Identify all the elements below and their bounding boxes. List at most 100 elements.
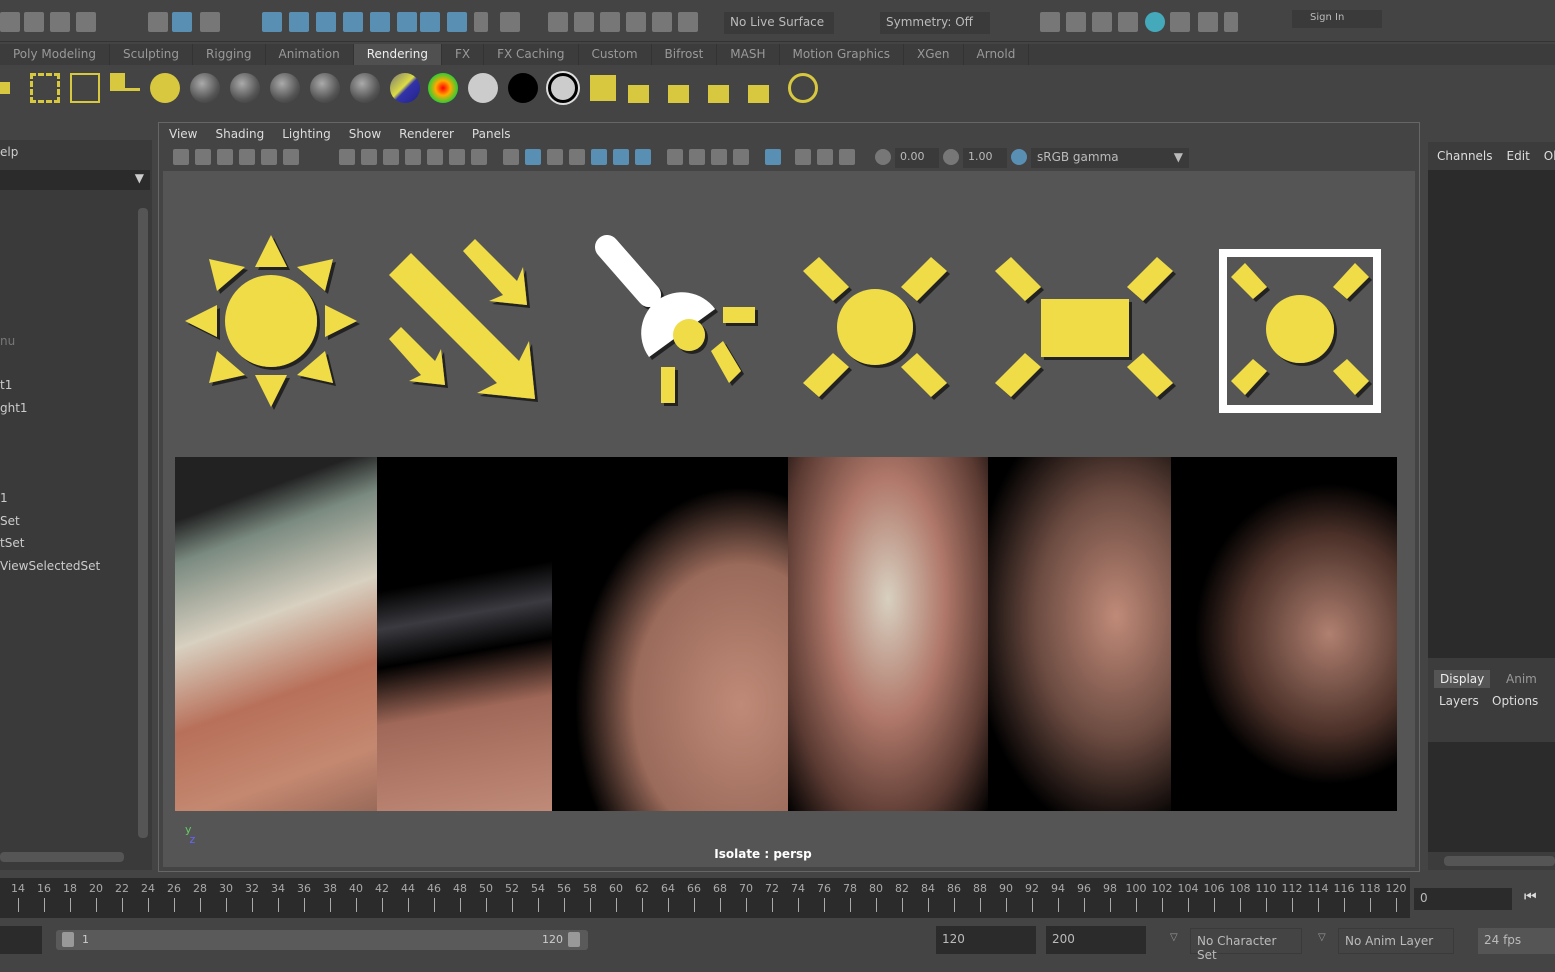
tab-rigging[interactable]: Rigging: [193, 44, 266, 65]
magnet-icon[interactable]: [626, 12, 646, 32]
menu-renderer[interactable]: Renderer: [399, 127, 454, 141]
magnet-icon[interactable]: [600, 12, 620, 32]
select-lock-icon[interactable]: [500, 12, 520, 32]
volume-light-shelf-icon[interactable]: [70, 73, 100, 103]
screen-space-ao-icon[interactable]: [667, 149, 683, 165]
time-slider[interactable]: 14 16 18 20 22 24 26 28 30 32 34 36 38 40 42 44 46 48 50 52…: [0, 878, 1410, 918]
light-editor-icon[interactable]: [1198, 12, 1218, 32]
tab-arnold[interactable]: Arnold: [964, 44, 1030, 65]
spot-light-shelf-icon[interactable]: [0, 82, 10, 94]
select-component-icon[interactable]: [200, 12, 220, 32]
resolution-gate-icon[interactable]: [383, 149, 399, 165]
motion-blur-icon[interactable]: [689, 149, 705, 165]
shadows-icon[interactable]: [635, 149, 651, 165]
tab-motion-graphics[interactable]: Motion Graphics: [780, 44, 904, 65]
magnet-icon[interactable]: [548, 12, 568, 32]
go-to-start-icon[interactable]: ⏮: [1524, 889, 1537, 905]
lambert-material-icon[interactable]: [270, 73, 300, 103]
layered-shader-icon[interactable]: [390, 73, 420, 103]
xray-joints-icon[interactable]: [839, 149, 855, 165]
list-item[interactable]: tSet: [0, 536, 24, 550]
list-item[interactable]: t1: [0, 378, 12, 392]
camera-aim-icon[interactable]: [110, 73, 140, 91]
render-view-icon[interactable]: [420, 12, 440, 32]
live-surface-field[interactable]: No Live Surface: [724, 12, 834, 34]
magnet-icon[interactable]: [574, 12, 594, 32]
tab-custom[interactable]: Custom: [579, 44, 652, 65]
snap-live-icon[interactable]: [370, 12, 390, 32]
snap-grid-icon[interactable]: [262, 12, 282, 32]
tab-animation[interactable]: Animation: [266, 44, 354, 65]
snap-point-icon[interactable]: [316, 12, 336, 32]
xray-active-icon[interactable]: [817, 149, 833, 165]
object-menu[interactable]: Ob: [1544, 149, 1555, 163]
area-light-shelf-icon[interactable]: [30, 73, 60, 103]
wireframe-icon[interactable]: [503, 149, 519, 165]
list-item[interactable]: nu: [0, 334, 15, 348]
surface-shader-icon[interactable]: [508, 73, 538, 103]
ipr-icon[interactable]: [1092, 12, 1112, 32]
xray-icon[interactable]: [795, 149, 811, 165]
magnet-icon[interactable]: [652, 12, 672, 32]
sign-in-button[interactable]: Sign In: [1292, 10, 1382, 28]
safe-title-icon[interactable]: [471, 149, 487, 165]
list-item[interactable]: 1: [0, 491, 8, 505]
film-gate-icon[interactable]: [361, 149, 377, 165]
channels-menu[interactable]: Channels: [1437, 149, 1493, 163]
snap-curve-icon[interactable]: [289, 12, 309, 32]
outliner-help-menu[interactable]: elp: [0, 145, 18, 159]
character-set-dropdown[interactable]: No Character Set: [1190, 928, 1302, 962]
view-transform-dropdown[interactable]: sRGB gamma ▼: [1031, 148, 1189, 168]
safe-action-icon[interactable]: [449, 149, 465, 165]
tab-anim[interactable]: Anim: [1500, 672, 1543, 686]
list-item[interactable]: Set: [0, 514, 20, 528]
menu-panels[interactable]: Panels: [472, 127, 511, 141]
field-chart-icon[interactable]: [427, 149, 443, 165]
outliner-scrollbar[interactable]: [138, 208, 148, 838]
range-start-handle[interactable]: [62, 932, 74, 947]
tab-display[interactable]: Display: [1434, 670, 1491, 688]
hypershade-window-icon[interactable]: [588, 73, 618, 103]
wireframe-on-shaded-icon[interactable]: [569, 149, 585, 165]
pause-icon[interactable]: [1224, 12, 1238, 32]
render-layer-view-icon[interactable]: [708, 85, 729, 103]
open-scene-icon[interactable]: [0, 12, 20, 32]
list-item[interactable]: ViewSelectedSet: [0, 559, 100, 573]
current-frame-field[interactable]: 0: [1414, 888, 1512, 910]
select-object-icon[interactable]: [172, 12, 192, 32]
shading-map-icon[interactable]: [468, 73, 498, 103]
render-layer-icon[interactable]: [628, 85, 649, 103]
anim-layer-dropdown[interactable]: No Anim Layer: [1338, 928, 1454, 954]
smooth-shade-icon[interactable]: [525, 149, 541, 165]
menu-view[interactable]: View: [169, 127, 197, 141]
bookmark-icon[interactable]: [217, 149, 233, 165]
max-time-field[interactable]: 200: [1046, 926, 1146, 954]
gamma-field[interactable]: 1.00: [963, 148, 1007, 168]
gate-mask-icon[interactable]: [405, 149, 421, 165]
viewport-3d[interactable]: yz Isolate : persp: [163, 171, 1415, 867]
phonge-material-icon[interactable]: [350, 73, 380, 103]
menu-lighting[interactable]: Lighting: [282, 127, 331, 141]
outliner-h-scrollbar[interactable]: [0, 852, 124, 862]
light-linking-icon[interactable]: [150, 73, 180, 103]
textured-icon[interactable]: [591, 149, 607, 165]
range-end-handle[interactable]: [568, 932, 580, 947]
redo-icon[interactable]: [76, 12, 96, 32]
phong-material-icon[interactable]: [310, 73, 340, 103]
save-scene-icon[interactable]: [24, 12, 44, 32]
snap-pivot-icon[interactable]: [397, 12, 417, 32]
tab-bifrost[interactable]: Bifrost: [652, 44, 718, 65]
animation-end-field[interactable]: 120: [936, 926, 1036, 954]
exposure-field[interactable]: 0.00: [895, 148, 939, 168]
exposure-icon[interactable]: [875, 149, 891, 165]
image-plane-icon[interactable]: [239, 149, 255, 165]
select-hierarchy-icon[interactable]: [148, 12, 168, 32]
help-icon[interactable]: [447, 12, 467, 32]
snap-view-plane-icon[interactable]: [343, 12, 363, 32]
use-background-icon[interactable]: [548, 73, 578, 103]
anisotropic-material-icon[interactable]: [190, 73, 220, 103]
depth-of-field-icon[interactable]: [733, 149, 749, 165]
layers-menu[interactable]: Layers: [1439, 694, 1479, 708]
options-menu[interactable]: Options: [1492, 694, 1538, 708]
outliner-filter-dropdown[interactable]: ▼: [0, 170, 150, 190]
